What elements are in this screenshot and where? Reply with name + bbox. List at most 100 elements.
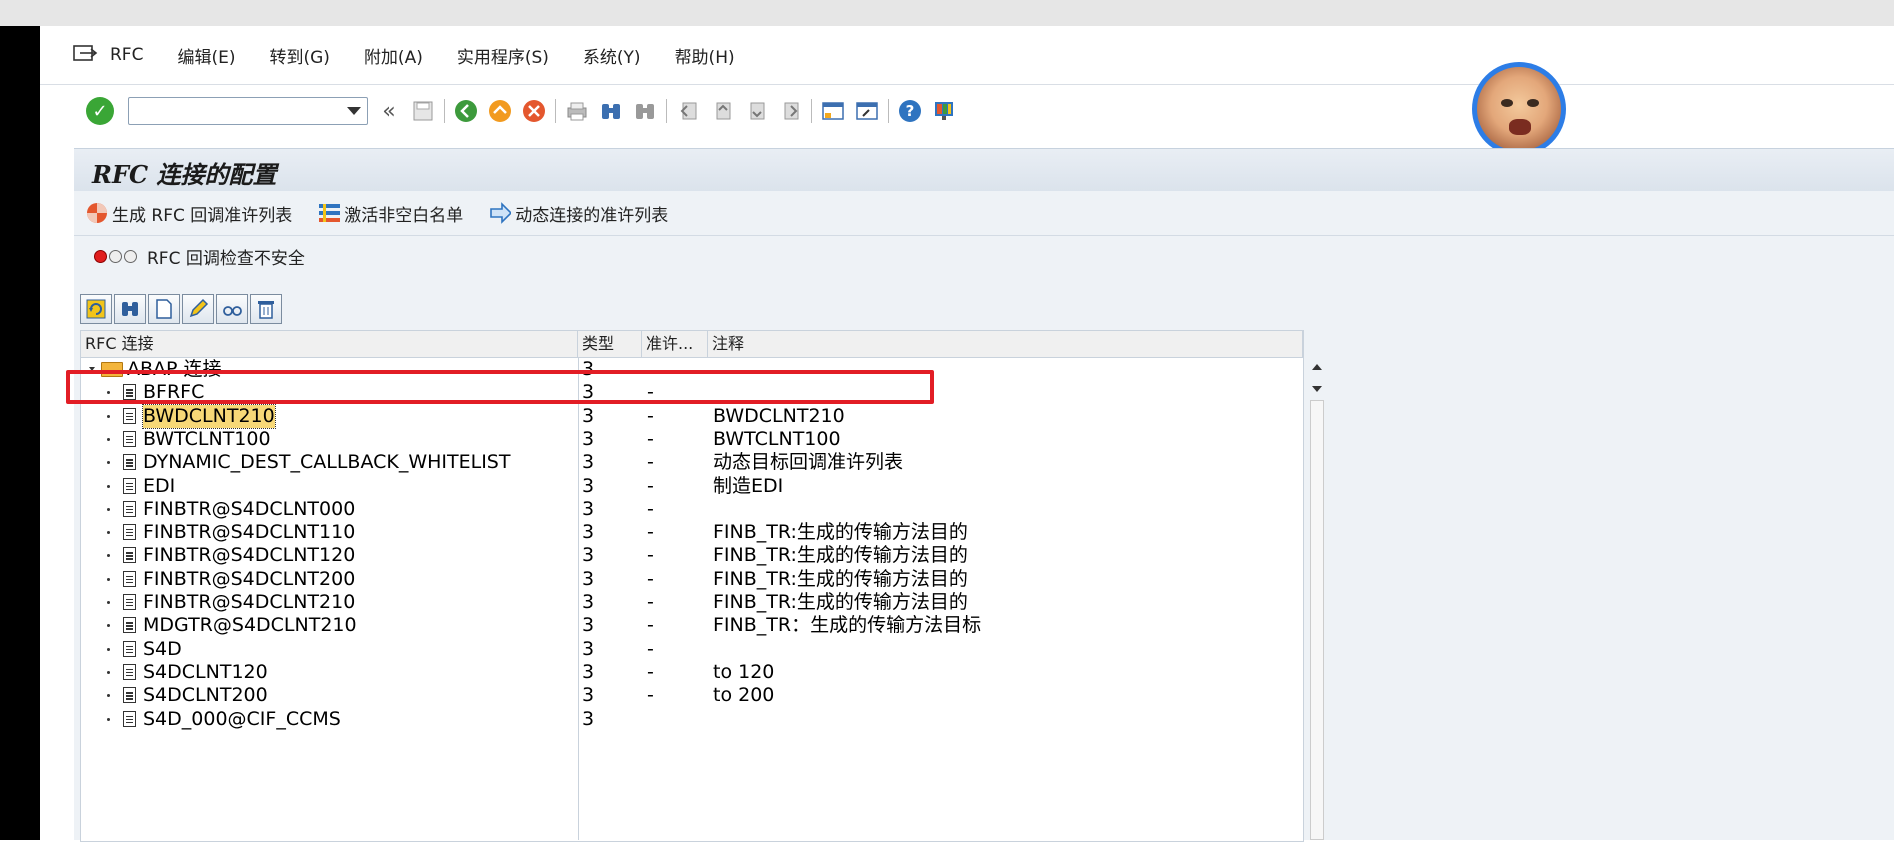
connection-comment: FINB_TR:生成的传输方法目的 (713, 567, 968, 590)
connection-name[interactable]: FINBTR@S4DCLNT120 (143, 544, 355, 567)
header-allow[interactable]: 准许... (642, 331, 708, 357)
connection-name[interactable]: FINBTR@S4DCLNT210 (143, 591, 355, 614)
find-icon[interactable] (598, 98, 624, 124)
connection-name[interactable]: S4DCLNT120 (143, 661, 268, 684)
connection-name[interactable]: EDI (143, 475, 175, 498)
connection-type: 3 (582, 544, 595, 567)
avatar-eye (1501, 99, 1513, 107)
table-row[interactable]: FINBTR@S4DCLNT120 3 - FINB_TR:生成的传输方法目的 (81, 544, 1285, 567)
connection-name[interactable]: FINBTR@S4DCLNT110 (143, 521, 355, 544)
connection-allow: - (647, 614, 654, 637)
document-icon (123, 663, 136, 680)
tree-bullet (107, 484, 110, 488)
table-row[interactable]: FINBTR@S4DCLNT210 3 - FINB_TR:生成的传输方法目的 (81, 591, 1285, 614)
prev-page-icon[interactable] (709, 98, 735, 124)
avatar-mouth (1509, 119, 1531, 135)
connection-comment: BWTCLNT100 (713, 427, 841, 450)
menu-utilities[interactable]: 实用程序(S) (457, 43, 549, 68)
menu-rfc[interactable]: RFC (110, 45, 143, 65)
shortcut-icon[interactable] (854, 98, 880, 124)
window-top-strip (0, 0, 1894, 26)
generate-callback-allowlist-button[interactable]: 生成 RFC 回调准许列表 (86, 201, 292, 226)
tree-bullet (107, 694, 110, 698)
connection-allow: - (647, 451, 654, 474)
scroll-up-icon[interactable] (1312, 364, 1322, 370)
command-dropdown-icon[interactable] (347, 107, 361, 115)
scroll-down-icon[interactable] (1312, 386, 1322, 392)
collapse-icon[interactable]: « (376, 98, 402, 124)
dynamic-connection-allowlist-label: 动态连接的准许列表 (515, 205, 669, 226)
help-icon[interactable]: ? (897, 98, 923, 124)
menu-edit[interactable]: 编辑(E) (177, 43, 235, 68)
create-icon[interactable] (148, 294, 180, 324)
connection-name[interactable]: FINBTR@S4DCLNT000 (143, 498, 355, 521)
ok-icon[interactable]: ✓ (86, 97, 114, 125)
scroll-track[interactable] (1310, 400, 1324, 840)
create-session-icon[interactable] (820, 98, 846, 124)
toolbar-separator (555, 99, 556, 123)
table-row[interactable]: S4D 3 - (81, 638, 1285, 661)
connection-comment: to 200 (713, 684, 775, 707)
connection-name[interactable]: MDGTR@S4DCLNT210 (143, 614, 357, 637)
table-row[interactable]: EDI 3 - 制造EDI (81, 475, 1285, 498)
connection-name[interactable]: BWDCLNT210 (142, 403, 276, 429)
connection-type: 3 (582, 707, 595, 730)
header-rfc-connection[interactable]: RFC 连接 (81, 331, 578, 357)
page-title: RFC 连接的配置 (92, 160, 277, 189)
header-type[interactable]: 类型 (578, 331, 642, 357)
connection-name[interactable]: FINBTR@S4DCLNT200 (143, 568, 355, 591)
menu-icon[interactable] (72, 44, 100, 66)
connection-name[interactable]: S4DCLNT200 (143, 684, 268, 707)
table-row[interactable]: MDGTR@S4DCLNT210 3 - FINB_TR：生成的传输方法目标 (81, 614, 1285, 637)
cancel-icon[interactable] (521, 98, 547, 124)
first-page-icon[interactable] (675, 98, 701, 124)
table-row[interactable]: BWDCLNT210 3 - BWDCLNT210 (81, 403, 1285, 429)
table-row[interactable]: S4DCLNT120 3 - to 120 (81, 661, 1285, 684)
table-row[interactable]: DYNAMIC_DEST_CALLBACK_WHITELIST 3 - 动态目标回调准… (81, 451, 1285, 474)
last-page-icon[interactable] (777, 98, 803, 124)
next-page-icon[interactable] (743, 98, 769, 124)
table-row[interactable]: FINBTR@S4DCLNT000 3 - (81, 498, 1285, 521)
document-icon (123, 524, 136, 541)
table-row[interactable]: FINBTR@S4DCLNT200 3 - FINB_TR:生成的传输方法目的 (81, 568, 1285, 591)
document-icon (123, 710, 136, 727)
display-icon[interactable] (216, 294, 248, 324)
connection-type: 3 (582, 521, 595, 544)
connection-type: 3 (582, 660, 595, 683)
layout-icon[interactable] (931, 98, 957, 124)
connection-name[interactable]: DYNAMIC_DEST_CALLBACK_WHITELIST (143, 451, 510, 474)
tree-bullet (107, 670, 110, 674)
edit-icon[interactable] (182, 294, 214, 324)
connection-name[interactable]: BWTCLNT100 (143, 428, 271, 451)
activate-non-empty-allowlist-button[interactable]: 激活非空白名单 (318, 201, 463, 226)
connection-name[interactable]: S4D (143, 638, 182, 661)
connection-allow: - (647, 684, 654, 707)
table-row[interactable]: S4D_000@CIF_CCMS 3 (81, 708, 1285, 731)
table-row[interactable]: BWTCLNT100 3 - BWTCLNT100 (81, 428, 1285, 451)
refresh-icon[interactable] (80, 294, 112, 324)
menu-system[interactable]: 系统(Y) (583, 43, 641, 68)
vertical-scrollbar[interactable] (1308, 356, 1326, 840)
delete-icon[interactable] (250, 294, 282, 324)
avatar (1472, 62, 1566, 156)
dynamic-connection-allowlist-button[interactable]: 动态连接的准许列表 (489, 201, 668, 226)
table-row[interactable]: S4DCLNT200 3 - to 200 (81, 684, 1285, 707)
header-comment[interactable]: 注释 (708, 331, 1303, 357)
menu-extras[interactable]: 附加(A) (364, 43, 423, 68)
find-next-icon[interactable] (632, 98, 658, 124)
save-icon[interactable] (410, 98, 436, 124)
svg-text:?: ? (906, 102, 915, 120)
menu-goto[interactable]: 转到(G) (269, 43, 329, 68)
command-field[interactable] (128, 97, 368, 125)
back-icon[interactable] (453, 98, 479, 124)
menu-help[interactable]: 帮助(H) (675, 43, 735, 68)
table-row[interactable]: FINBTR@S4DCLNT110 3 - FINB_TR:生成的传输方法目的 (81, 521, 1285, 544)
title-band: RFC 连接的配置 (74, 148, 1894, 192)
rfc-connection-tree: RFC 连接 类型 准许... 注释 ABAP 连接 3 BFRFC 3- BWDC… (80, 330, 1304, 842)
connection-comment: to 120 (713, 660, 775, 683)
exit-icon[interactable] (487, 98, 513, 124)
connection-name[interactable]: S4D_000@CIF_CCMS (143, 708, 341, 731)
print-icon[interactable] (564, 98, 590, 124)
find-icon[interactable] (114, 294, 146, 324)
tree-bullet (107, 554, 110, 558)
